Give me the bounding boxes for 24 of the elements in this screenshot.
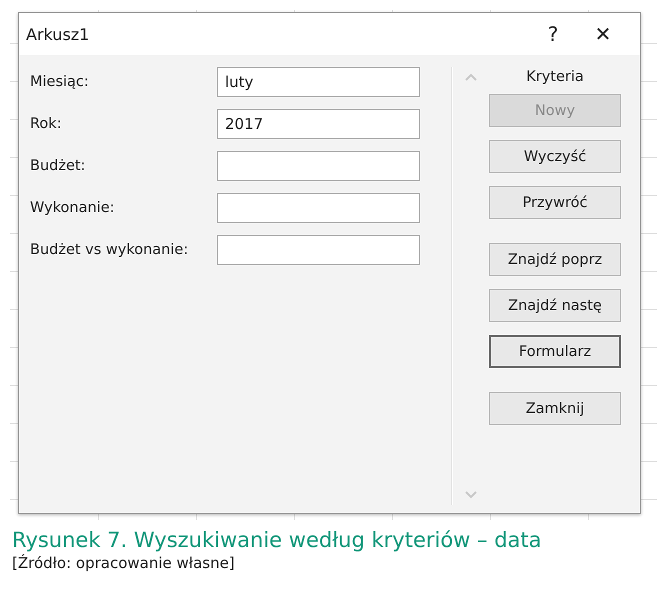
field-label: Wykonanie:	[30, 200, 116, 216]
source-note: [Źródło: opracowanie własne]	[12, 554, 236, 572]
dialog-button[interactable]: Przywróć	[489, 186, 621, 219]
dialog-button[interactable]: Zamknij	[489, 392, 621, 425]
input-field[interactable]	[217, 193, 420, 223]
dialog-button[interactable]: Formularz	[489, 335, 621, 368]
dialog-button[interactable]: Znajdź nastę	[489, 289, 621, 322]
dialog-button[interactable]: Wyczyść	[489, 140, 621, 173]
input-field[interactable]: luty	[217, 67, 420, 97]
field-label: Budżet:	[30, 158, 86, 174]
scroll-down-icon[interactable]	[465, 491, 477, 499]
field-label: Budżet vs wykonanie:	[30, 242, 190, 258]
input-field[interactable]	[217, 151, 420, 181]
input-field[interactable]: 2017	[217, 109, 420, 139]
dialog-button[interactable]: Znajdź poprz	[489, 243, 621, 276]
criteria-label: Kryteria	[525, 69, 585, 85]
figure-caption: Rysunek 7. Wyszukiwanie według kryteriów – data	[12, 528, 543, 552]
field-label: Miesiąc:	[30, 74, 90, 90]
field-label: Rok:	[30, 116, 63, 132]
help-button[interactable]: ?	[528, 16, 578, 52]
input-field[interactable]	[217, 235, 420, 265]
window-title: Arkusz1	[26, 24, 90, 44]
close-button[interactable]: ✕	[578, 16, 628, 52]
scroll-up-icon[interactable]	[465, 73, 477, 81]
